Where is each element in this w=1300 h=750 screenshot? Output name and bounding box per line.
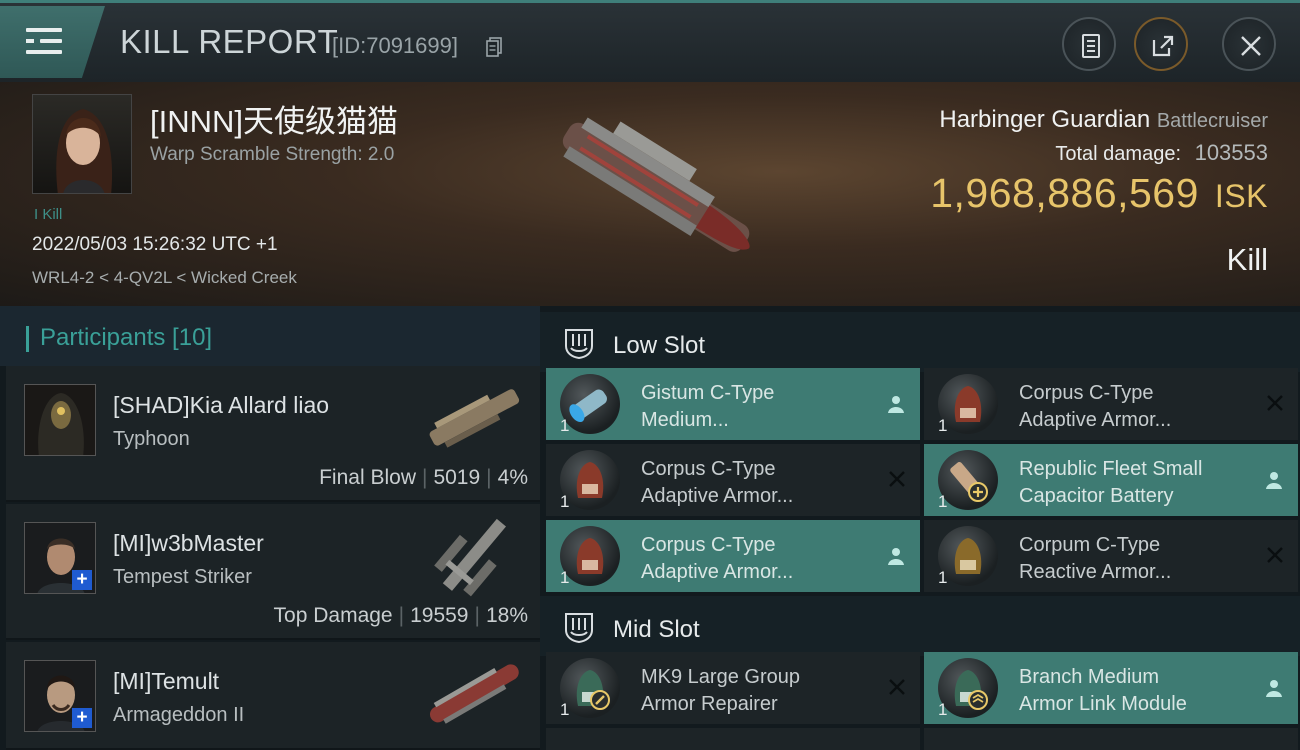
kill-count: I Kill <box>34 206 63 223</box>
participant-ship: Typhoon <box>113 428 190 450</box>
victim-ship-image[interactable] <box>530 94 780 284</box>
corp-plus-icon: + <box>72 708 92 728</box>
module-quantity: 1 <box>938 700 948 719</box>
participant-name: [MI]Temult <box>113 668 220 694</box>
destroyed-x-icon <box>1267 547 1283 563</box>
participant-ship-image <box>429 389 520 448</box>
participant-stats: Final Blow | 5019 | 4% <box>319 466 528 489</box>
module-name: Gistum C-Type Medium... <box>641 382 775 431</box>
module-quantity: 1 <box>560 568 570 587</box>
share-icon <box>1152 35 1174 57</box>
module-quantity: 1 <box>560 492 570 511</box>
dropped-person-icon <box>888 396 904 413</box>
module-item-partial[interactable] <box>924 728 1298 750</box>
module-name: Corpum C-Type Reactive Armor... <box>1019 534 1172 583</box>
mid-slot-icon <box>565 613 593 644</box>
module-name: Corpus C-Type Adaptive Armor... <box>641 458 794 507</box>
participant-ship-image <box>434 518 507 597</box>
module-item-partial[interactable] <box>546 728 920 750</box>
close-button[interactable] <box>1222 17 1276 71</box>
participant-damage-pct: 4% <box>497 466 528 489</box>
copy-icon[interactable] <box>486 37 502 57</box>
low-slot-label: Low Slot <box>613 332 706 359</box>
participant-avatar <box>24 384 96 456</box>
module-name: Corpus C-Type Adaptive Armor... <box>641 534 794 583</box>
warp-scramble-strength: Warp Scramble Strength: 2.0 <box>150 144 395 165</box>
low-slot-header: Low Slot <box>540 312 1300 372</box>
participant-tag: Final Blow <box>319 466 416 489</box>
dropped-person-icon <box>1266 680 1282 697</box>
report-id: [ID:7091699] <box>332 33 458 58</box>
menu-button[interactable] <box>0 6 105 78</box>
module-item[interactable]: 1 Republic Fleet Small Capacitor Battery <box>924 444 1298 516</box>
participants-header: Participants [10] <box>0 306 540 366</box>
page-title: KILL REPORT <box>120 23 339 60</box>
module-name: Branch Medium Armor Link Module <box>1019 666 1187 715</box>
module-item[interactable]: 1 Corpus C-Type Adaptive Armor... <box>546 520 920 592</box>
total-damage-label: Total damage: <box>1055 143 1182 165</box>
dropped-person-icon <box>1266 472 1282 489</box>
victim-ship-name: Harbinger Guardian <box>939 106 1151 133</box>
module-name: Corpus C-Type Adaptive Armor... <box>1019 382 1172 431</box>
module-quantity: 1 <box>560 700 570 719</box>
module-name: Republic Fleet Small Capacitor Battery <box>1019 458 1203 507</box>
participants-panel: Participants [10] [SHAD]Kia Allard liao … <box>0 306 540 750</box>
module-item[interactable]: 1 MK9 Large Group Armor Repairer <box>546 652 920 724</box>
share-button[interactable] <box>1134 17 1188 71</box>
isk-unit: ISK <box>1214 178 1268 214</box>
section-accent <box>26 326 29 352</box>
module-quantity: 1 <box>938 568 948 587</box>
mid-slot-header: Mid Slot <box>540 596 1300 656</box>
participant-damage: 5019 <box>433 466 481 489</box>
module-item[interactable]: 1 Corpus C-Type Adaptive Armor... <box>924 368 1298 440</box>
participant-row[interactable]: + [MI]w3bMaster Tempest Striker Top Dama… <box>6 504 540 640</box>
module-quantity: 1 <box>560 416 570 435</box>
victim-portrait[interactable] <box>32 94 132 194</box>
report-icon <box>1082 34 1100 58</box>
module-item[interactable]: 1 Branch Medium Armor Link Module <box>924 652 1298 724</box>
dropped-person-icon <box>888 548 904 565</box>
report-button[interactable] <box>1062 17 1116 71</box>
participant-ship: Armageddon II <box>113 704 245 726</box>
participant-ship-image <box>429 664 519 724</box>
isk-amount: 1,968,886,569 <box>930 170 1199 216</box>
module-name: MK9 Large Group Armor Repairer <box>641 666 800 715</box>
victim-pilot-name[interactable]: [INNN]天使级猫猫 <box>150 96 398 141</box>
isk-value: 1,968,886,569 ISK <box>930 170 1268 217</box>
close-icon <box>1241 36 1261 56</box>
destroyed-x-icon <box>889 471 905 487</box>
victim-ship-class: Battlecruiser <box>1156 110 1268 132</box>
module-quantity: 1 <box>938 416 948 435</box>
module-quantity: 1 <box>938 492 948 511</box>
participant-row[interactable]: + [MI]Temult Armageddon II <box>6 642 540 750</box>
participant-name: [MI]w3bMaster <box>113 530 264 556</box>
destroyed-x-icon <box>1267 395 1283 411</box>
kill-location[interactable]: WRL4-2 < 4-QV2L < Wicked Creek <box>32 268 297 288</box>
victim-banner: [INNN]天使级猫猫 Warp Scramble Strength: 2.0 … <box>0 82 1300 306</box>
participant-row[interactable]: [SHAD]Kia Allard liao Typhoon Final Blow… <box>6 366 540 502</box>
fitting-panel: Low Slot 1 Gistum C-Type Medium... 1 Corp… <box>540 306 1300 750</box>
participant-tag: Top Damage <box>273 604 393 627</box>
kill-outcome: Kill <box>1226 242 1268 277</box>
participant-damage: 19559 <box>410 604 469 627</box>
destroyed-x-icon <box>889 679 905 695</box>
participant-ship: Tempest Striker <box>113 566 252 588</box>
header-bar: KILL REPORT [ID:7091699] <box>0 0 1300 82</box>
participant-name: [SHAD]Kia Allard liao <box>113 392 330 418</box>
victim-ship[interactable]: Harbinger Guardian Battlecruiser <box>939 106 1268 134</box>
participant-stats: Top Damage | 19559 | 18% <box>273 604 528 627</box>
module-item[interactable]: 1 Gistum C-Type Medium... <box>546 368 920 440</box>
participant-damage-pct: 18% <box>485 604 528 627</box>
low-slot-icon <box>565 329 593 360</box>
participants-label: Participants [10] <box>40 324 213 351</box>
kill-timestamp: 2022/05/03 15:26:32 UTC +1 <box>32 234 278 255</box>
module-item[interactable]: 1 Corpus C-Type Adaptive Armor... <box>546 444 920 516</box>
total-damage: Total damage: 103553 <box>1055 140 1268 166</box>
corp-plus-icon: + <box>72 570 92 590</box>
mid-slot-label: Mid Slot <box>613 616 700 643</box>
module-item[interactable]: 1 Corpum C-Type Reactive Armor... <box>924 520 1298 592</box>
total-damage-value: 103553 <box>1194 140 1268 165</box>
